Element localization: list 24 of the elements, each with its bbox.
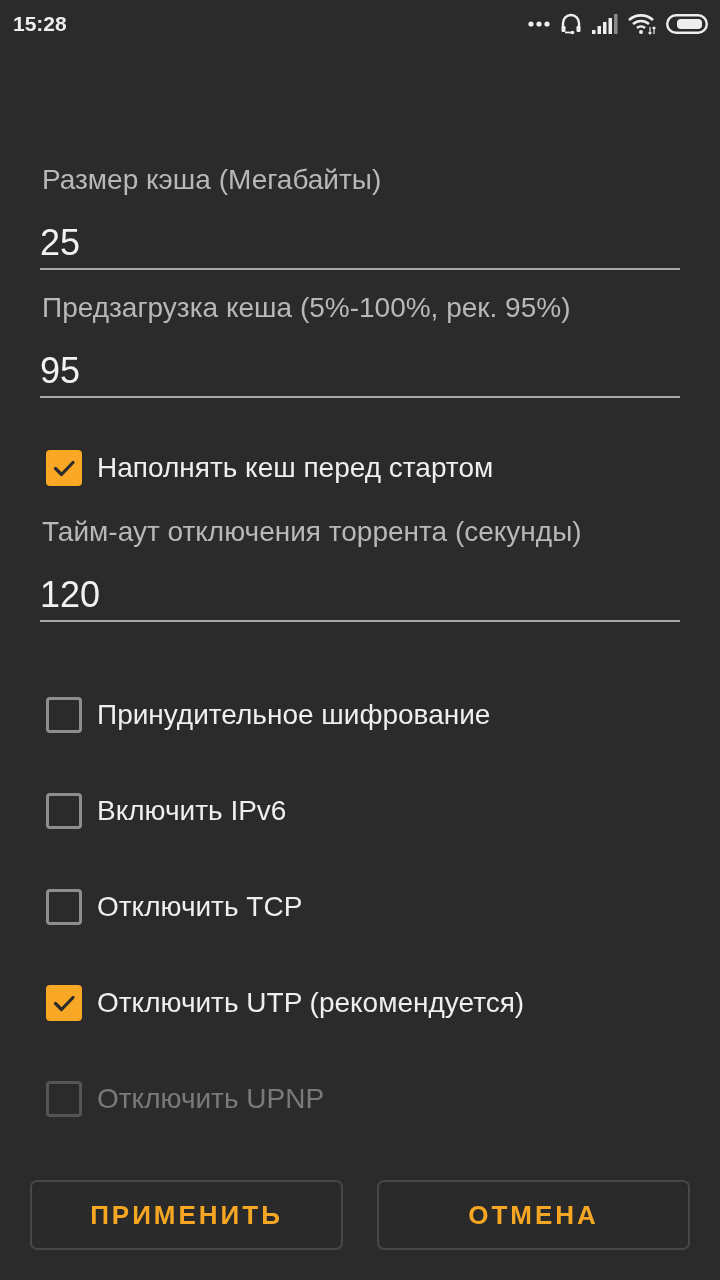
checkbox-label[interactable]: Включить IPv6 bbox=[97, 795, 287, 827]
dialog-button[interactable]: ПРИМЕНИТЬ bbox=[30, 1180, 343, 1250]
signal-icon bbox=[592, 14, 618, 34]
field-label: Размер кэша (Мегабайты) bbox=[41, 164, 382, 196]
dialog-button[interactable]: ОТМЕНА bbox=[377, 1180, 690, 1250]
checkbox-label[interactable]: Отключить TCP bbox=[97, 891, 303, 923]
checkbox[interactable] bbox=[46, 985, 82, 1021]
wifi-icon bbox=[628, 13, 656, 35]
text-field[interactable]: 25 bbox=[40, 208, 680, 270]
checkbox-label[interactable]: Отключить UTP (рекомендуется) bbox=[97, 987, 525, 1019]
checkbox-label[interactable]: Наполнять кеш перед стартом bbox=[97, 452, 494, 484]
battery-icon bbox=[666, 14, 708, 34]
field-label: Тайм-аут отключения торрента (секунды) bbox=[41, 516, 582, 548]
text-field[interactable]: 95 bbox=[40, 336, 680, 398]
checkbox[interactable] bbox=[46, 697, 82, 733]
checkbox[interactable] bbox=[46, 450, 82, 486]
status-time: 15:28 bbox=[13, 12, 67, 36]
checkbox-label[interactable]: Принудительное шифрование bbox=[97, 699, 491, 731]
field-label: Предзагрузка кеша (5%-100%, рек. 95%) bbox=[41, 292, 571, 324]
checkbox[interactable] bbox=[46, 889, 82, 925]
text-field[interactable]: 120 bbox=[40, 560, 680, 622]
checkbox[interactable] bbox=[46, 793, 82, 829]
more-dots-icon bbox=[528, 21, 550, 27]
headset-icon bbox=[560, 13, 582, 35]
